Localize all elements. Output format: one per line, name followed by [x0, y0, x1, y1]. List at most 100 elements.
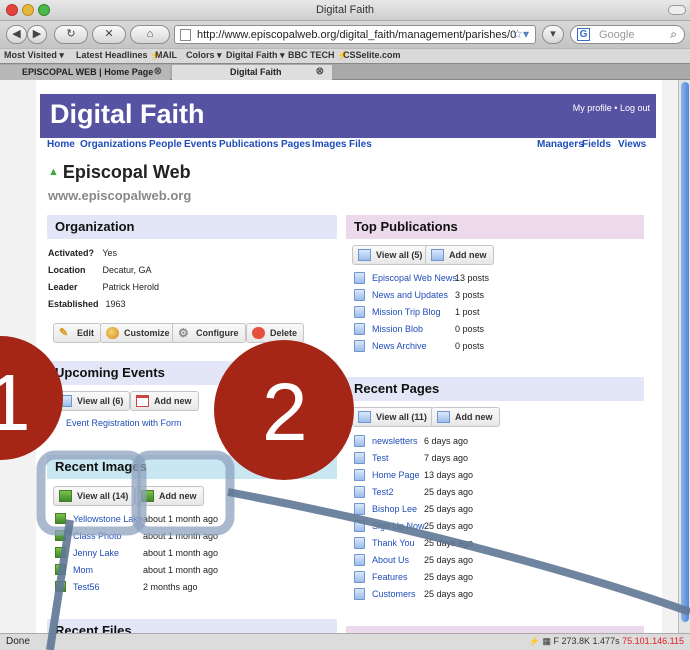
publications-add-new-button[interactable]: Add new	[425, 245, 494, 265]
nav-managers[interactable]: Managers	[537, 139, 584, 150]
page-link[interactable]: Bishop Lee	[372, 504, 417, 514]
close-tab-icon[interactable]: ⊗	[316, 65, 324, 79]
nav-pages[interactable]: Pages	[281, 139, 310, 150]
logout-link[interactable]: Log out	[620, 103, 650, 113]
page-meta: 7 days ago	[424, 453, 469, 463]
bookmark-star-icon[interactable]: ☆▾	[512, 27, 529, 41]
document-icon	[354, 571, 365, 583]
bookmark-latest-headlines[interactable]: Latest Headlines ⚡	[76, 50, 161, 61]
publication-link[interactable]: News and Updates	[372, 290, 448, 300]
page-link[interactable]: Sign Up Now	[372, 521, 425, 531]
toolbar-toggle-button[interactable]	[668, 5, 686, 15]
page-link[interactable]: About Us	[372, 555, 409, 565]
page-meta: 25 days ago	[424, 521, 474, 531]
field-label: Established	[48, 299, 99, 309]
site-title-text: Episcopal Web	[62, 162, 191, 182]
address-url: http://www.episcopalweb.org/digital_fait…	[197, 29, 517, 41]
document-icon	[354, 340, 365, 352]
field-label: Location	[48, 265, 86, 275]
my-profile-link[interactable]: My profile	[573, 103, 612, 113]
bookmark-colors[interactable]: Colors ▾	[186, 50, 222, 61]
image-icon	[55, 547, 66, 558]
nav-fields[interactable]: Fields	[582, 139, 611, 150]
tab-label: Digital Faith	[230, 67, 282, 77]
image-link[interactable]: Mom	[73, 565, 93, 575]
delete-button[interactable]: Delete	[246, 323, 305, 343]
bookmark-csselite[interactable]: CSSelite.com	[343, 50, 401, 60]
pages-view-all-button[interactable]: View all (11)	[352, 407, 434, 427]
document-icon	[354, 503, 365, 515]
document-icon	[354, 520, 365, 532]
nav-people[interactable]: People	[149, 139, 182, 150]
bookmark-bbc-tech[interactable]: BBC TECH ⚡	[288, 50, 348, 61]
stop-icon: ✕	[104, 28, 114, 40]
image-link[interactable]: Test56	[73, 582, 100, 592]
event-link[interactable]: Event Registration with Form	[66, 418, 182, 428]
publication-link[interactable]: Episcopal Web News	[372, 273, 457, 283]
publication-link[interactable]: Mission Blob	[372, 324, 423, 334]
back-button[interactable]: ◀	[6, 25, 27, 44]
field-value: Decatur, GA	[102, 265, 152, 275]
page-link[interactable]: Test2	[372, 487, 394, 497]
page-icon	[180, 29, 191, 41]
image-meta: about 1 month ago	[143, 548, 219, 558]
page-link[interactable]: Test	[372, 453, 389, 463]
forward-button[interactable]: ▶	[27, 25, 47, 44]
images-add-new-button[interactable]: Add new	[135, 486, 204, 506]
address-bar[interactable]: http://www.episcopalweb.org/digital_fait…	[174, 25, 536, 44]
page-link[interactable]: Home Page	[372, 470, 420, 480]
nav-images[interactable]: Images	[312, 139, 346, 150]
page-content: Digital Faith My profile • Log out Home …	[36, 80, 662, 633]
calendar-add-icon	[136, 395, 149, 407]
addon-button[interactable]: ▾	[542, 25, 564, 44]
events-view-all-button[interactable]: View all (6)	[53, 391, 131, 411]
images-view-all-button[interactable]: View all (14)	[53, 486, 136, 506]
customize-button[interactable]: Customize	[100, 323, 177, 343]
pages-add-new-button[interactable]: Add new	[431, 407, 500, 427]
nav-home[interactable]: Home	[47, 139, 75, 150]
image-link[interactable]: Jenny Lake	[73, 548, 119, 558]
document-icon	[354, 486, 365, 498]
close-tab-icon[interactable]: ⊗	[154, 65, 162, 79]
events-add-new-button[interactable]: Add new	[130, 391, 199, 411]
page-link[interactable]: Customers	[372, 589, 416, 599]
page-link[interactable]: newsletters	[372, 436, 418, 446]
page-meta: 13 days ago	[424, 470, 474, 480]
page-link[interactable]: Thank You	[372, 538, 415, 548]
publications-view-all-button[interactable]: View all (5)	[352, 245, 430, 265]
bookmark-digital-faith[interactable]: Digital Faith ▾	[226, 50, 285, 61]
magnifier-icon[interactable]: ⌕	[670, 27, 677, 42]
bookmark-most-visited[interactable]: Most Visited ▾	[4, 50, 64, 61]
image-link[interactable]: Yellowstone Lake	[73, 514, 143, 524]
page-link[interactable]: Features	[372, 572, 408, 582]
tab-digital-faith[interactable]: Digital Faith ⊗	[172, 65, 332, 80]
field-established: Established 1963	[48, 299, 126, 309]
configure-button[interactable]: ⚙ Configure	[172, 323, 246, 343]
nav-views[interactable]: Views	[618, 139, 646, 150]
stop-button[interactable]: ✕	[92, 25, 126, 44]
events-add-new-label: Add new	[154, 396, 192, 406]
nav-publications[interactable]: Publications	[219, 139, 278, 150]
image-link[interactable]: Class Photo	[73, 531, 122, 541]
bookmark-mail[interactable]: MAIL	[155, 50, 177, 60]
edit-button[interactable]: ✎ Edit	[53, 323, 101, 343]
nav-files[interactable]: Files	[349, 139, 372, 150]
reload-button[interactable]: ↻	[54, 25, 88, 44]
nav-organizations[interactable]: Organizations	[80, 139, 147, 150]
publication-link[interactable]: News Archive	[372, 341, 427, 351]
page-stats: ⚡ ▦ F 273.8K 1.477s 75.101.146.115	[529, 636, 684, 647]
organization-heading: Organization	[47, 215, 337, 239]
home-button[interactable]: ⌂	[130, 25, 170, 44]
scrollbar-thumb[interactable]	[681, 82, 689, 622]
pencil-icon: ✎	[59, 327, 69, 339]
app-logo[interactable]: Digital Faith	[50, 99, 205, 130]
page-title: ▲ Episcopal Web	[48, 162, 191, 183]
link-separator: •	[614, 103, 618, 113]
search-input[interactable]: G Google ⌕	[570, 25, 685, 44]
nav-events[interactable]: Events	[184, 139, 217, 150]
tab-label: EPISCOPAL WEB | Home Page	[22, 67, 154, 77]
publications-heading: Top Publications	[346, 215, 644, 239]
tab-episcopal-web[interactable]: EPISCOPAL WEB | Home Page ⊗	[0, 65, 170, 80]
publication-link[interactable]: Mission Trip Blog	[372, 307, 441, 317]
vertical-scrollbar[interactable]	[678, 80, 690, 633]
